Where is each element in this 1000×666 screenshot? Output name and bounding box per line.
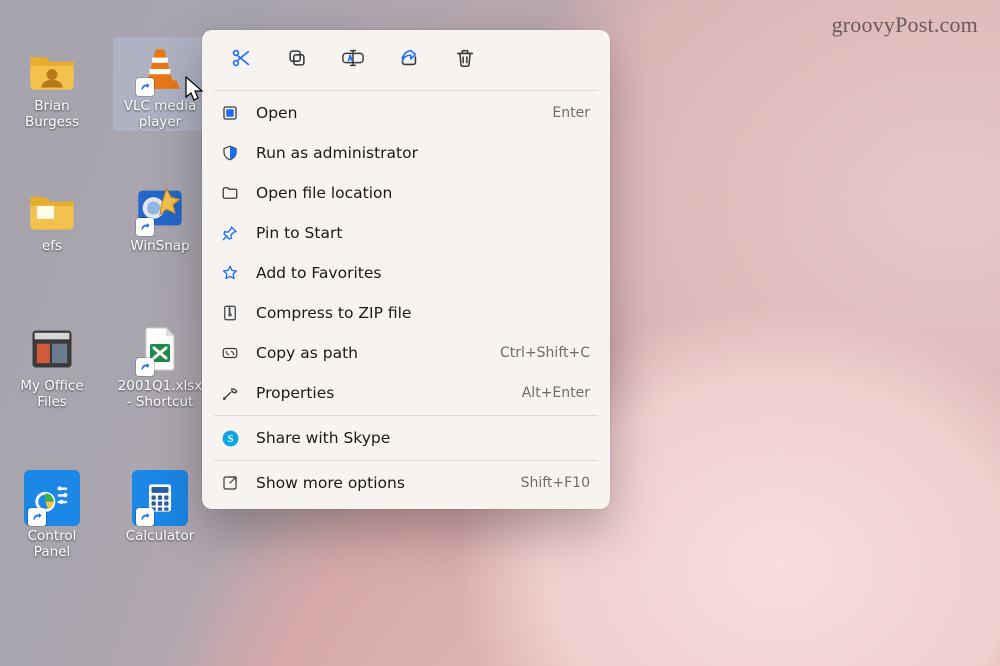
menu-item-properties[interactable]: Properties Alt+Enter: [208, 373, 604, 413]
shortcut-overlay-icon: [28, 508, 46, 526]
menu-item-run-as-administrator[interactable]: Run as administrator: [208, 133, 604, 173]
star-icon: [220, 263, 240, 283]
scissors-icon: [230, 47, 252, 73]
desktop-icon-label: VLC media player: [114, 98, 206, 130]
rename-icon: [341, 47, 365, 73]
copypath-icon: [220, 343, 240, 363]
vlc-icon: [132, 40, 188, 96]
rename-button[interactable]: [330, 42, 376, 78]
winsnap-icon: [132, 180, 188, 236]
desktop-icon-label: Brian Burgess: [6, 98, 98, 130]
desktop-icon-label: efs: [6, 238, 98, 254]
trash-icon: [454, 47, 476, 73]
desktop-icon-efs[interactable]: efs: [6, 180, 98, 254]
desktop-icon-label: 2001Q1.xlsx - Shortcut: [114, 378, 206, 410]
menu-item-open-file-location[interactable]: Open file location: [208, 173, 604, 213]
menu-item-label: Copy as path: [256, 344, 484, 362]
delete-button[interactable]: [442, 42, 488, 78]
desktop-icon-label: My Office Files: [6, 378, 98, 410]
desktop-icon-label: WinSnap: [114, 238, 206, 254]
folder-icon: [24, 180, 80, 236]
excel-file-icon: [132, 320, 188, 376]
menu-item-pin-to-start[interactable]: Pin to Start: [208, 213, 604, 253]
menu-item-copy-as-path[interactable]: Copy as path Ctrl+Shift+C: [208, 333, 604, 373]
menu-separator: [214, 415, 598, 416]
desktop-icon-label: Control Panel: [6, 528, 98, 560]
cut-button[interactable]: [218, 42, 264, 78]
desktop-icon-control-panel[interactable]: Control Panel: [6, 470, 98, 560]
menu-item-show-more-options[interactable]: Show more options Shift+F10: [208, 463, 604, 503]
menu-item-compress-zip[interactable]: Compress to ZIP file: [208, 293, 604, 333]
share-button[interactable]: [386, 42, 432, 78]
menu-item-label: Properties: [256, 384, 506, 402]
desktop-icon-calculator[interactable]: Calculator: [114, 470, 206, 544]
shortcut-overlay-icon: [136, 508, 154, 526]
menu-item-label: Add to Favorites: [256, 264, 574, 282]
wrench-icon: [220, 383, 240, 403]
menu-item-shortcut: Enter: [552, 105, 590, 121]
menu-item-open[interactable]: Open Enter: [208, 93, 604, 133]
user-folder-icon: [24, 40, 80, 96]
menu-item-label: Show more options: [256, 474, 505, 492]
folder-icon: [220, 183, 240, 203]
menu-item-label: Open: [256, 104, 536, 122]
menu-item-label: Compress to ZIP file: [256, 304, 574, 322]
zip-icon: [220, 303, 240, 323]
shield-icon: [220, 143, 240, 163]
open-icon: [220, 103, 240, 123]
desktop-icon-winsnap[interactable]: WinSnap: [114, 180, 206, 254]
menu-separator: [214, 90, 598, 91]
menu-item-shortcut: Shift+F10: [521, 475, 590, 491]
svg-text:S: S: [227, 434, 233, 445]
menu-item-label: Pin to Start: [256, 224, 574, 242]
more-icon: [220, 473, 240, 493]
menu-separator: [214, 460, 598, 461]
context-menu: Open Enter Run as administrator Open fil…: [202, 30, 610, 509]
menu-item-label: Open file location: [256, 184, 574, 202]
menu-item-label: Run as administrator: [256, 144, 574, 162]
copy-button[interactable]: [274, 42, 320, 78]
menu-item-shortcut: Alt+Enter: [522, 385, 590, 401]
share-icon: [398, 47, 420, 73]
copy-icon: [286, 47, 308, 73]
calculator-icon: [132, 470, 188, 526]
desktop-icon-office-files[interactable]: My Office Files: [6, 320, 98, 410]
desktop-icon-user-folder[interactable]: Brian Burgess: [6, 40, 98, 130]
menu-item-add-to-favorites[interactable]: Add to Favorites: [208, 253, 604, 293]
pin-icon: [220, 223, 240, 243]
desktop-icon-excel-shortcut[interactable]: 2001Q1.xlsx - Shortcut: [114, 320, 206, 410]
menu-item-share-with-skype[interactable]: S Share with Skype: [208, 418, 604, 458]
shortcut-overlay-icon: [136, 218, 154, 236]
control-panel-icon: [24, 470, 80, 526]
folder-collection-icon: [24, 320, 80, 376]
shortcut-overlay-icon: [136, 358, 154, 376]
menu-item-label: Share with Skype: [256, 429, 574, 447]
skype-icon: S: [220, 428, 240, 448]
shortcut-overlay-icon: [136, 78, 154, 96]
desktop-icon-vlc[interactable]: VLC media player: [114, 38, 206, 130]
context-menu-top-row: [208, 38, 604, 88]
desktop-icon-label: Calculator: [114, 528, 206, 544]
menu-item-shortcut: Ctrl+Shift+C: [500, 345, 590, 361]
